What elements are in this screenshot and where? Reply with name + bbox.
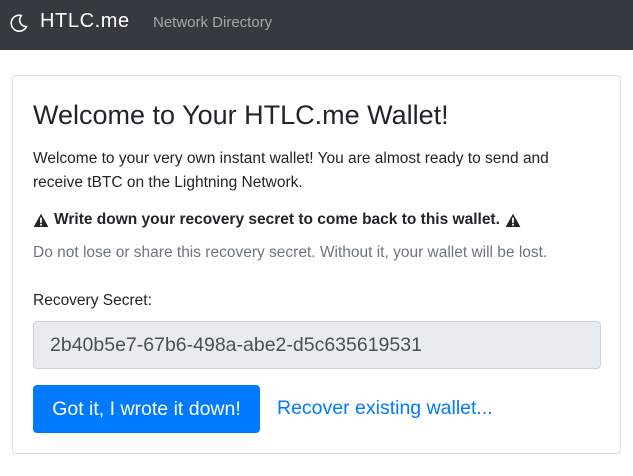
recover-wallet-link[interactable]: Recover existing wallet... [277,397,493,420]
recovery-secret-field[interactable] [33,321,601,369]
navbar: HTLC.me Network Directory [0,0,633,50]
warning-triangle-icon [505,213,521,228]
caution-text: Do not lose or share this recovery secre… [33,244,548,261]
warning-triangle-icon [33,213,49,228]
page-title: Welcome to Your HTLC.me Wallet! [33,100,449,130]
confirm-wrote-down-button[interactable]: Got it, I wrote it down! [33,385,260,433]
intro-text: Welcome to your very own instant wallet!… [33,150,549,191]
recovery-secret-label: Recovery Secret: [33,292,152,309]
nav-link-network-directory[interactable]: Network Directory [153,14,272,31]
warning-text: Write down your recovery secret to come … [54,211,500,228]
brand-link[interactable]: HTLC.me [40,10,130,33]
welcome-card: Welcome to Your HTLC.me Wallet! Welcome … [12,75,621,454]
moon-icon[interactable] [9,13,29,33]
recovery-warning: Write down your recovery secret to come … [33,211,521,229]
